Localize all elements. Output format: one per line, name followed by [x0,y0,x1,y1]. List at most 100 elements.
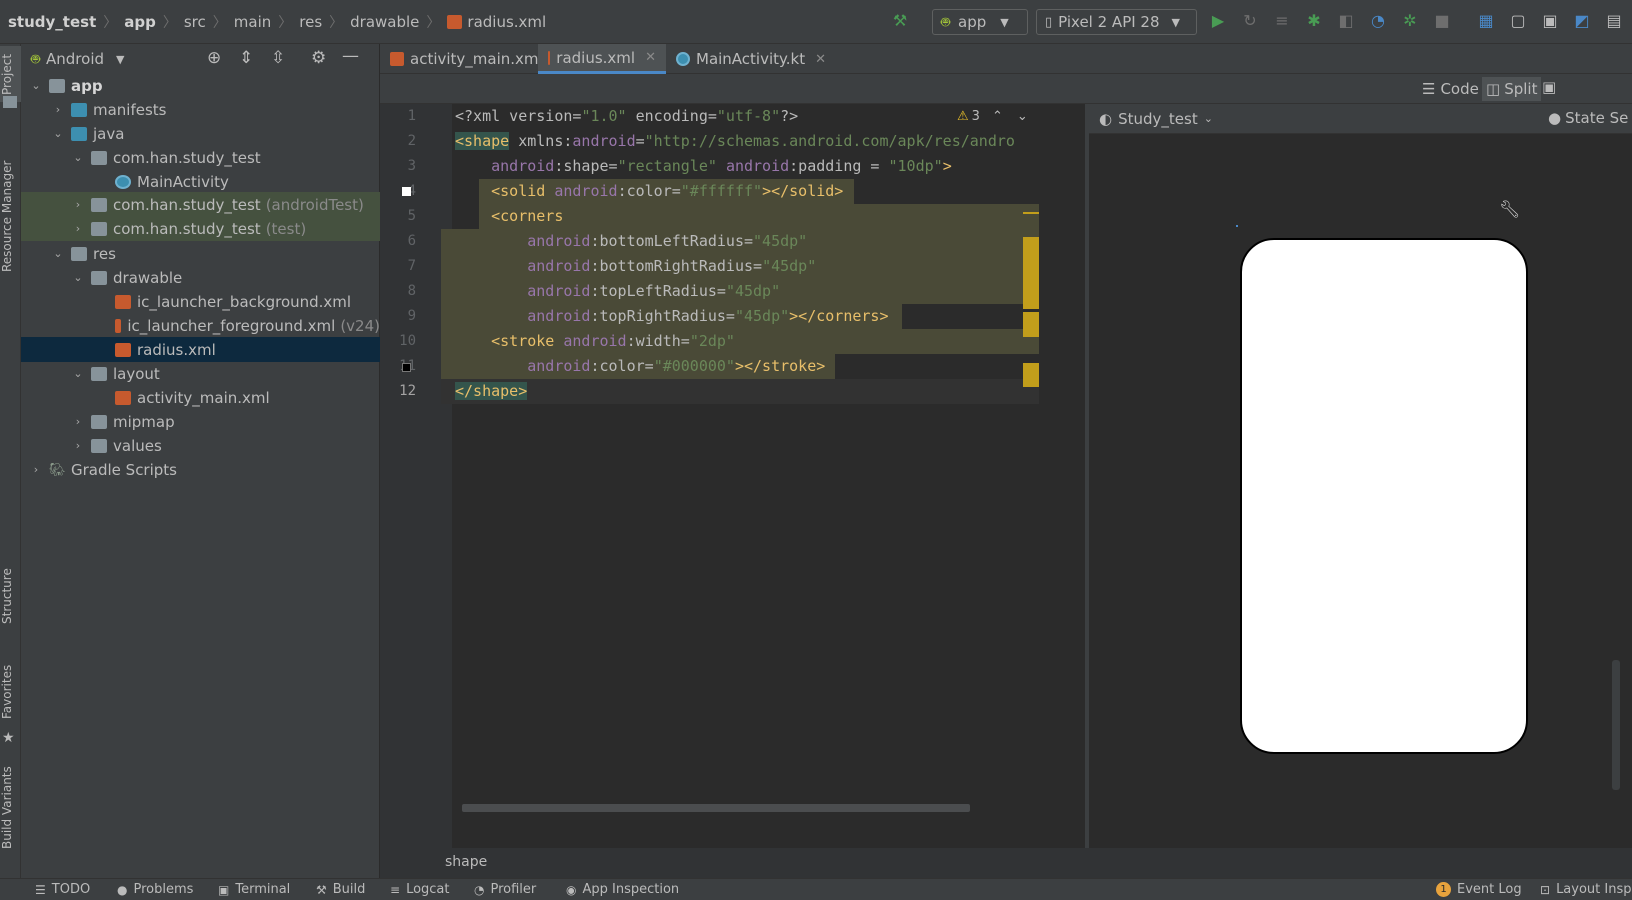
tab-resource-manager[interactable]: Resource Manager [0,136,21,296]
tree-item-package-androidtest[interactable]: › com.han.study_test (androidTest) [21,192,380,217]
warning-stripe-mark[interactable] [1023,212,1039,214]
chevron-down-icon[interactable]: ⌄ [51,247,65,260]
apply-code-changes-icon[interactable]: ≡ [1272,11,1292,31]
apply-changes-icon[interactable]: ↻ [1240,11,1260,31]
module-folder-icon [49,78,65,93]
chevron-down-icon[interactable]: ⌄ [71,367,85,380]
profile-icon[interactable]: ◔ [1368,11,1388,31]
chevron-down-icon[interactable]: ⌄ [71,271,85,284]
breadcrumb-item-src[interactable]: src [184,13,206,31]
chevron-right-icon[interactable]: › [71,439,85,452]
warning-stripe-mark[interactable] [1023,312,1039,337]
tree-item-gradle-scripts[interactable]: › 🐘︎ Gradle Scripts [21,457,380,482]
tool-profiler[interactable]: ◔ Profiler [474,882,536,897]
tree-item-java[interactable]: ⌄ java [21,121,380,146]
chevron-right-icon[interactable]: › [71,222,85,235]
view-mode-select[interactable]: Android [46,50,104,68]
tree-item-layout[interactable]: ⌄ layout [21,361,380,386]
breadcrumb-item-module[interactable]: app [124,13,156,31]
chevron-right-icon[interactable]: › [51,103,65,116]
tool-build[interactable]: ⚒ Build [316,882,365,897]
chevron-down-icon[interactable]: ⌄ [71,151,85,164]
chevron-up-icon[interactable]: ⌃ [992,109,1003,124]
device-file-icon[interactable]: ▢ [1508,11,1528,31]
tree-item-ic-launcher-background[interactable]: ic_launcher_background.xml [21,289,380,314]
code-line-7: android:bottomRightRadius="45dp" [527,257,817,275]
tab-radius[interactable]: radius.xml ✕ [538,44,666,74]
inspection-widget[interactable]: ⚠ 3 ⌃ ⌄ [957,109,1028,124]
breadcrumb-item-file[interactable]: radius.xml [467,13,546,31]
editor-tabs: activity_main.xml✕ radius.xml✕ MainActiv… [380,44,1632,74]
stop-icon[interactable]: ■ [1432,11,1452,31]
color-swatch-black[interactable] [402,363,411,372]
warning-stripe-mark[interactable] [1023,363,1039,387]
breadcrumb-item-main[interactable]: main [234,13,271,31]
tree-item-radius-selected[interactable]: radius.xml [21,337,380,362]
close-icon[interactable]: ✕ [645,50,656,65]
device-select[interactable]: ▯ Pixel 2 API 28 ▼ [1036,9,1197,35]
tree-item-mainactivity[interactable]: MainActivity [21,169,380,194]
sync-project-icon[interactable]: ▦ [1476,11,1496,31]
close-icon[interactable]: ✕ [815,52,826,67]
hammer-icon[interactable]: ⚒ [890,11,910,31]
avd-manager-icon[interactable]: ◩ [1572,11,1592,31]
gear-icon[interactable]: ⚙ [311,48,326,68]
chevron-right-icon[interactable]: › [71,198,85,211]
chevron-down-icon[interactable]: ⌄ [51,127,65,140]
wrench-icon[interactable]: 🔧︎ [1499,200,1521,220]
tool-logcat[interactable]: ≡ Logcat [390,882,450,897]
tree-item-mipmap[interactable]: › mipmap [21,409,380,434]
chevron-down-icon[interactable]: ⌄ [1017,109,1028,124]
xml-path[interactable]: shape [445,854,487,870]
tab-mainactivity[interactable]: MainActivity.kt ✕ [666,44,836,74]
theme-select[interactable]: Study_test [1118,110,1198,128]
tool-terminal[interactable]: ▣ Terminal [218,882,290,897]
tree-item-manifests[interactable]: › manifests [21,97,380,122]
run-icon[interactable]: ▶ [1208,11,1228,31]
tree-item-drawable[interactable]: ⌄ drawable [21,265,380,290]
tool-todo[interactable]: ☰ TODO [35,882,90,897]
tree-item-ic-launcher-foreground[interactable]: ic_launcher_foreground.xml (v24) [21,313,380,338]
chevron-down-icon[interactable]: ⌄ [1204,112,1213,125]
chevron-down-icon[interactable]: ⌄ [29,79,43,92]
code-editor[interactable]: 1 2 3 4 5 6 7 8 9 10 11 12 💡︎ <?xml vers… [380,104,1085,848]
sdk-manager-icon[interactable]: ▤ [1604,11,1624,31]
tree-item-package[interactable]: ⌄ com.han.study_test [21,145,380,170]
chevron-down-icon[interactable]: ▼ [116,53,124,66]
breadcrumb-item-project[interactable]: study_test [8,13,96,31]
horizontal-scrollbar[interactable] [462,804,970,812]
warning-stripe-mark[interactable] [1023,237,1039,309]
attach-debugger-icon[interactable]: ◧ [1336,11,1356,31]
code-mode-button[interactable]: ☰ Code [1422,78,1479,100]
tree-item-values[interactable]: › values [21,433,380,458]
design-mode-button[interactable]: ▣ [1542,78,1556,96]
tool-problems[interactable]: ● Problems [117,882,193,897]
tab-structure[interactable]: Structure [0,554,21,638]
collapse-all-icon[interactable]: ⇳ [271,48,285,68]
tool-event-log[interactable]: 1 Event Log [1436,882,1522,897]
tool-app-inspection[interactable]: ◉ App Inspection [566,882,679,897]
tree-item-res[interactable]: ⌄ res [21,241,380,266]
tab-favorites[interactable]: Favorites [0,654,21,730]
run-tests-icon[interactable]: ✲ [1400,11,1420,31]
terminal-icon[interactable]: ▣ [1540,11,1560,31]
vertical-scrollbar[interactable] [1612,660,1620,790]
tree-item-package-test[interactable]: › com.han.study_test (test) [21,216,380,241]
state-selector[interactable]: ● State Se [1548,109,1628,127]
minimize-icon[interactable]: — [342,46,359,66]
run-config-select[interactable]: 🤖︎ app ▼ [932,9,1028,35]
debug-icon[interactable]: ✱ [1304,11,1324,31]
breadcrumb-item-drawable[interactable]: drawable [350,13,419,31]
chevron-right-icon[interactable]: › [29,463,43,476]
tree-item-activity-main[interactable]: activity_main.xml [21,385,380,410]
tool-layout-inspector[interactable]: ⊡ Layout Insp [1540,882,1632,897]
expand-all-icon[interactable]: ⇕ [239,48,253,68]
color-swatch-white[interactable] [402,187,411,196]
split-mode-button[interactable]: ◫ Split [1482,77,1542,101]
tab-project[interactable]: Project [0,46,21,102]
tree-item-app[interactable]: ⌄ app [21,73,380,98]
chevron-right-icon[interactable]: › [71,415,85,428]
tab-build-variants[interactable]: Build Variants [0,748,21,868]
breadcrumb-item-res[interactable]: res [299,13,322,31]
locate-icon[interactable]: ⊕ [207,48,221,68]
